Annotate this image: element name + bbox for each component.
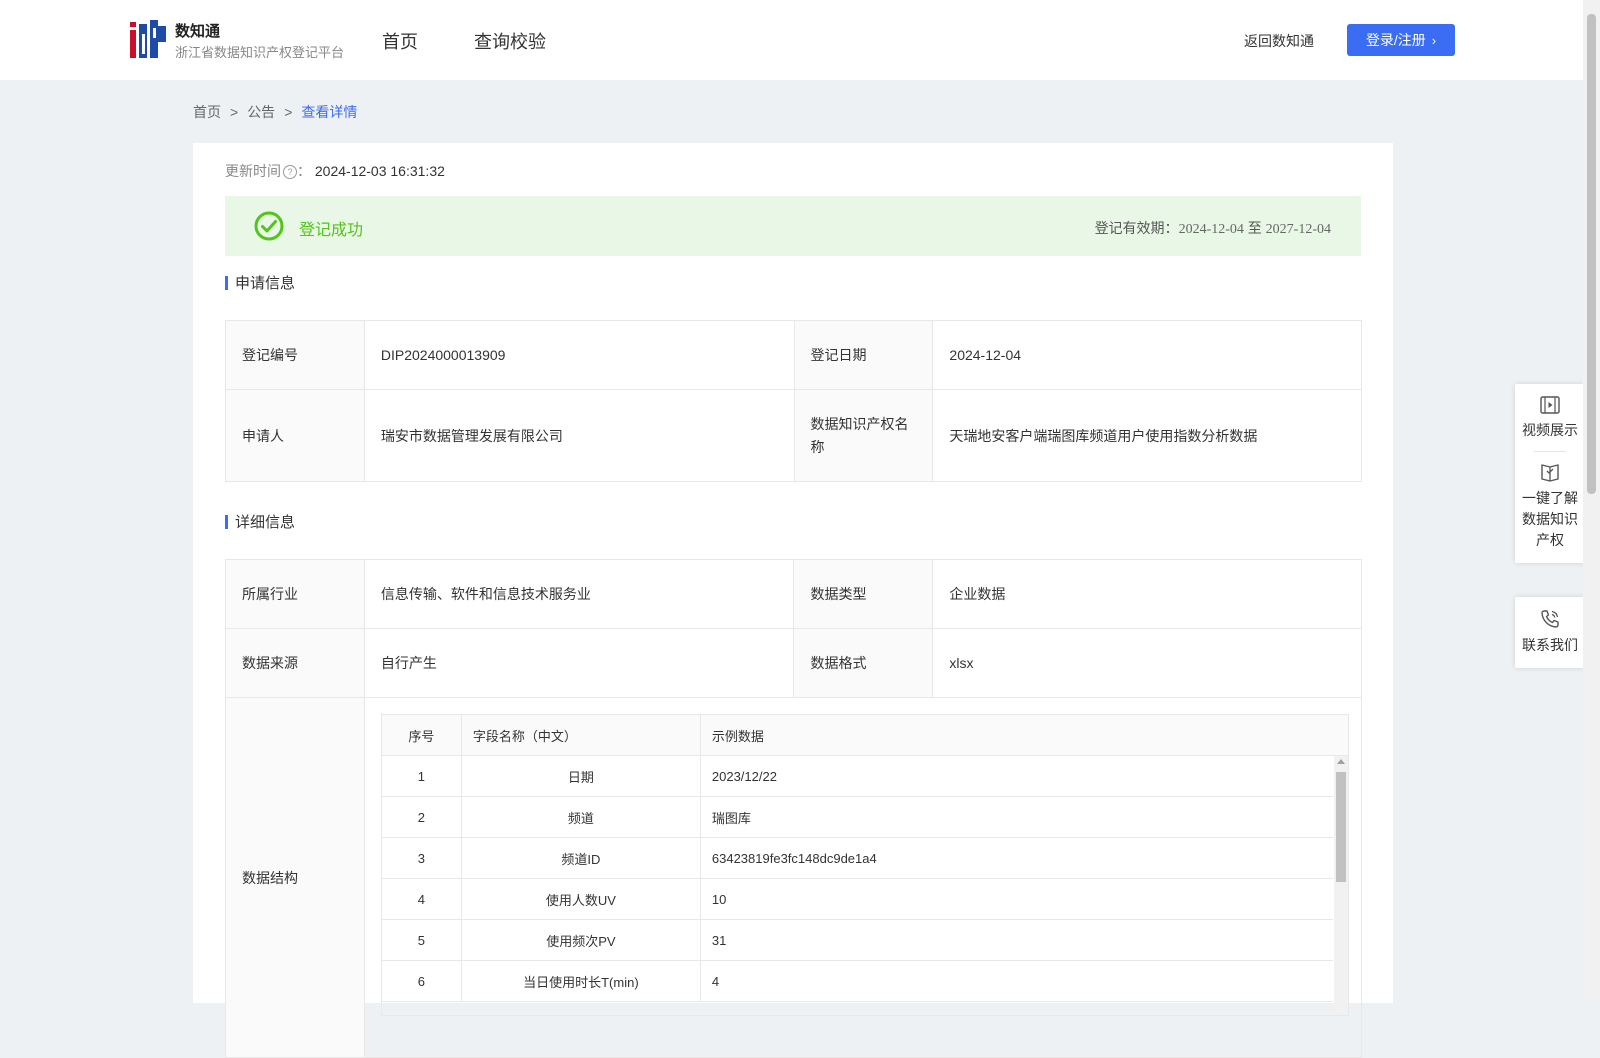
contact-us-label: 联系我们 (1522, 637, 1578, 653)
book-icon (1541, 464, 1559, 482)
table-row: 4 使用人数UV 10 (381, 879, 1333, 920)
header-no: 序号 (382, 715, 462, 755)
back-to-shuzhitong-link[interactable]: 返回数知通 (1244, 31, 1314, 51)
structure-table-scrollbar[interactable] (1333, 756, 1348, 1015)
logo-subtitle: 浙江省数据知识产权登记平台 (175, 45, 345, 60)
valid-from: 2024-12-04 (1178, 222, 1244, 237)
status-text: 登记成功 (299, 222, 364, 239)
table-row: 5 使用频次PV 31 (381, 920, 1333, 961)
data-structure-cell: 序号 字段名称（中文） 示例数据 1 日期 2023/12/22 2 频道 瑞图… (363, 697, 1363, 1058)
data-type-label: 数据类型 (793, 559, 934, 629)
ip-name-value: 天瑞地安客户端瑞图库频道用户使用指数分析数据 (932, 389, 1362, 482)
page-scrollbar[interactable] (1583, 0, 1600, 1000)
structure-table-header: 序号 字段名称（中文） 示例数据 (381, 715, 1348, 756)
table-row: 2 频道 瑞图库 (381, 797, 1333, 838)
table-row: 1 日期 2023/12/22 (381, 756, 1333, 797)
detail-card: 更新时间?： 2024-12-03 16:31:32 登记成功 登记有效期：20… (193, 143, 1393, 1058)
data-type-value: 企业数据 (932, 559, 1362, 629)
section-title-apply: 申请信息 (225, 272, 295, 293)
structure-table-body[interactable]: 1 日期 2023/12/22 2 频道 瑞图库 3 频道ID 63423819… (381, 756, 1333, 1002)
breadcrumb: 首页 > 公告 > 查看详情 (193, 104, 358, 120)
scroll-up-arrow-icon[interactable] (1336, 759, 1345, 764)
applicant-label: 申请人 (225, 389, 365, 482)
phone-icon (1541, 610, 1559, 628)
industry-value: 信息传输、软件和信息技术服务业 (363, 559, 795, 629)
logo-icon (130, 20, 166, 58)
top-header: 数知通 浙江省数据知识产权登记平台 首页 查询校验 返回数知通 登录/注册 › (0, 0, 1583, 80)
logo-title[interactable]: 数知通 (175, 20, 220, 41)
breadcrumb-current: 查看详情 (301, 104, 358, 120)
data-format-label: 数据格式 (793, 628, 934, 698)
breadcrumb-home[interactable]: 首页 (193, 104, 221, 120)
update-time-value: 2024-12-03 16:31:32 (314, 163, 445, 179)
chevron-right-icon: › (1431, 32, 1437, 48)
header-example: 示例数据 (711, 728, 764, 744)
apply-info-table: 登记编号 DIP2024000013909 登记日期 2024-12-04 申请… (225, 320, 1362, 482)
update-time-label: 更新时间 (225, 163, 281, 179)
update-time: 更新时间?： 2024-12-03 16:31:32 (225, 163, 445, 180)
ip-name-label: 数据知识产权名称 (793, 389, 934, 482)
reg-no-label: 登记编号 (225, 320, 365, 390)
table-row: 3 频道ID 63423819fe3fc148dc9de1a4 (381, 838, 1333, 879)
data-structure-label: 数据结构 (225, 697, 365, 1058)
page-scrollbar-thumb[interactable] (1587, 14, 1596, 494)
data-source-value: 自行产生 (363, 628, 795, 698)
applicant-value: 瑞安市数据管理发展有限公司 (363, 389, 795, 482)
video-showcase-button[interactable]: 视频展示 (1515, 396, 1585, 441)
status-banner: 登记成功 登记有效期：2024-12-04 至 2027-12-04 (225, 196, 1361, 256)
nav-home[interactable]: 首页 (382, 28, 418, 54)
validity-period: 登记有效期：2024-12-04 至 2027-12-04 (1094, 220, 1331, 237)
breadcrumb-notice[interactable]: 公告 (247, 104, 275, 120)
login-register-button[interactable]: 登录/注册 › (1347, 24, 1455, 56)
industry-label: 所属行业 (225, 559, 365, 629)
video-showcase-label: 视频展示 (1522, 422, 1578, 438)
float-toolbar: 视频展示 一键了解 数据知识 产权 (1515, 384, 1585, 563)
contact-us-button[interactable]: 联系我们 (1515, 609, 1585, 656)
valid-to: 2027-12-04 (1265, 222, 1331, 237)
structure-table: 序号 字段名称（中文） 示例数据 1 日期 2023/12/22 2 频道 瑞图… (380, 714, 1349, 1016)
reg-no-value: DIP2024000013909 (363, 320, 795, 390)
nav-query-verify[interactable]: 查询校验 (474, 28, 546, 54)
section-title-detail: 详细信息 (225, 511, 295, 532)
reg-date-value: 2024-12-04 (932, 320, 1362, 390)
learn-data-ip-button[interactable]: 一键了解 数据知识 产权 (1515, 462, 1585, 551)
float-contact: 联系我们 (1515, 597, 1585, 668)
detail-info-table: 所属行业 信息传输、软件和信息技术服务业 数据类型 企业数据 数据来源 自行产生… (225, 559, 1363, 1058)
scrollbar-thumb[interactable] (1335, 772, 1346, 882)
header-field-name: 字段名称（中文） (462, 715, 701, 755)
video-icon (1540, 396, 1560, 414)
reg-date-label: 登记日期 (793, 320, 934, 390)
check-circle-icon (254, 211, 284, 241)
data-format-value: xlsx (932, 628, 1362, 698)
login-register-label: 登录/注册 (1365, 32, 1426, 48)
table-row: 6 当日使用时长T(min) 4 (381, 961, 1333, 1002)
question-icon[interactable]: ? (283, 165, 297, 180)
data-source-label: 数据来源 (225, 628, 365, 698)
divider (1534, 451, 1566, 452)
